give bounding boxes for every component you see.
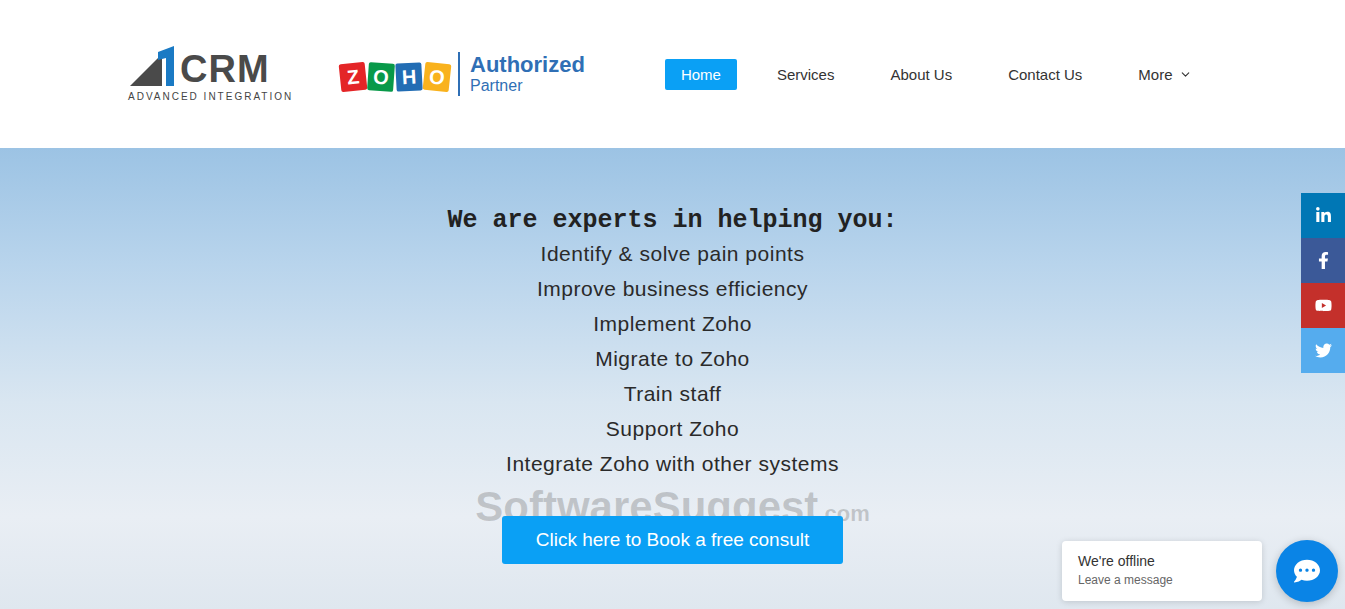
zoho-tile: O bbox=[423, 62, 452, 93]
chat-status: We're offline bbox=[1078, 553, 1246, 569]
zoho-partner-logo: ZOHOAuthorizedPartner bbox=[340, 52, 585, 96]
facebook-icon bbox=[1315, 252, 1332, 269]
nav-item[interactable]: About Us bbox=[874, 59, 968, 90]
social-button[interactable] bbox=[1301, 328, 1345, 373]
chat-widget: We're offline Leave a message bbox=[1062, 540, 1338, 602]
logo-mark-icon bbox=[128, 46, 178, 88]
zoho-tile: H bbox=[395, 62, 422, 91]
hero-item: Support Zoho bbox=[606, 411, 739, 446]
hero-item: Implement Zoho bbox=[593, 306, 752, 341]
social-button[interactable] bbox=[1301, 193, 1345, 238]
crm-logo[interactable]: CRM ADVANCED INTEGRATION bbox=[128, 46, 306, 102]
hero-item: Train staff bbox=[624, 376, 722, 411]
hero-item: Migrate to Zoho bbox=[595, 341, 750, 376]
social-button[interactable] bbox=[1301, 283, 1345, 328]
nav-item[interactable]: More bbox=[1122, 59, 1207, 90]
social-button[interactable] bbox=[1301, 238, 1345, 283]
chat-icon bbox=[1294, 558, 1320, 584]
hero-list: Identify & solve pain pointsImprove busi… bbox=[506, 236, 839, 481]
social-bar bbox=[1301, 193, 1345, 373]
logo-name: CRM bbox=[180, 50, 270, 88]
chat-prompt: Leave a message bbox=[1078, 573, 1246, 587]
chat-button[interactable] bbox=[1276, 540, 1338, 602]
hero-heading: We are experts in helping you: bbox=[447, 206, 897, 236]
zoho-tile: O bbox=[367, 62, 395, 92]
nav-item[interactable]: Services bbox=[761, 59, 851, 90]
main-nav: Home Services About Us Contact Us More bbox=[665, 59, 1208, 90]
nav-item[interactable]: Home bbox=[665, 59, 737, 90]
partner-title: Authorized bbox=[470, 54, 585, 76]
partner-subtitle: Partner bbox=[470, 78, 585, 94]
hero-item: Integrate Zoho with other systems bbox=[506, 446, 839, 481]
header: CRMADVANCED INTEGRATIONZOHOAuthorizedPar… bbox=[0, 0, 1345, 148]
partner-divider bbox=[458, 52, 460, 96]
logo-tagline: ADVANCED INTEGRATION bbox=[128, 91, 306, 102]
twitter-icon bbox=[1315, 342, 1332, 359]
page: CRMADVANCED INTEGRATIONZOHOAuthorizedPar… bbox=[0, 0, 1345, 609]
hero: We are experts in helping you:Identify &… bbox=[0, 148, 1345, 609]
nav-item[interactable]: Contact Us bbox=[992, 59, 1098, 90]
zoho-tile: Z bbox=[339, 62, 368, 93]
chat-card[interactable]: We're offline Leave a message bbox=[1062, 541, 1262, 601]
chevron-down-icon bbox=[1179, 68, 1192, 81]
hero-item: Identify & solve pain points bbox=[541, 236, 805, 271]
book-consult-button[interactable]: Click here to Book a free consult bbox=[502, 516, 844, 564]
hero-item: Improve business efficiency bbox=[537, 271, 808, 306]
youtube-icon bbox=[1315, 297, 1332, 314]
linkedin-icon bbox=[1315, 207, 1332, 224]
